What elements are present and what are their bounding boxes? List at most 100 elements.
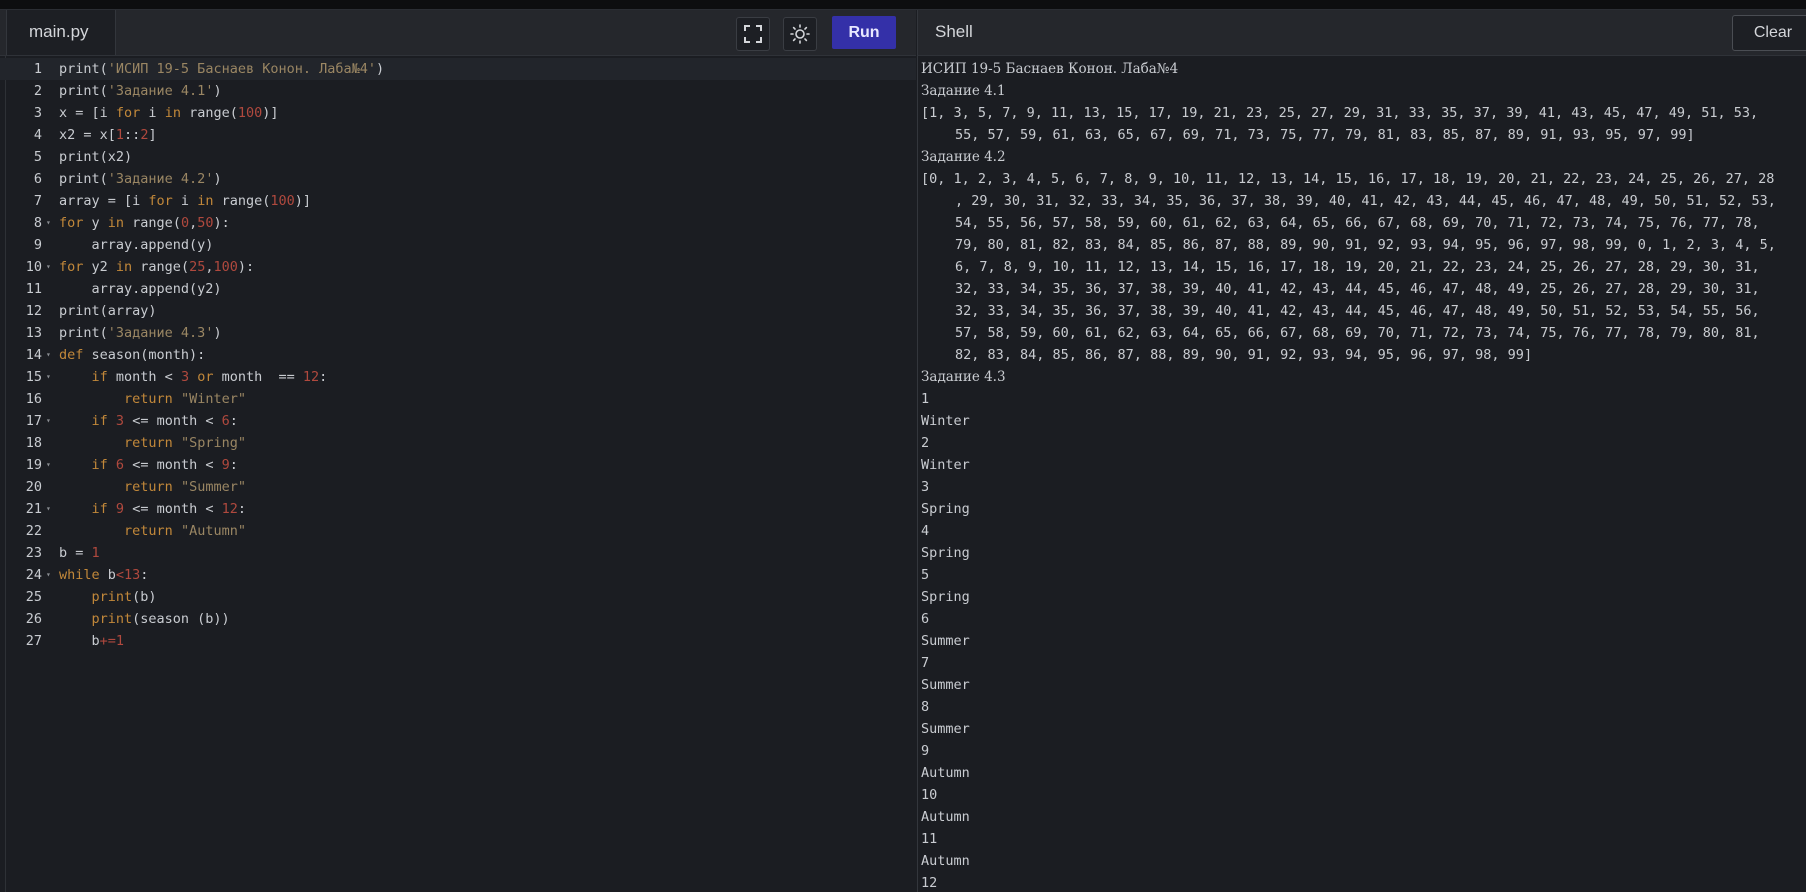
fold-arrow-icon[interactable]: ▾ [46,410,51,432]
shell-output-line: ИСИП 19-5 Баснаев Конон. Лаба№4 [921,61,1179,77]
code-token: return [124,479,173,495]
run-button[interactable]: Run [832,16,896,49]
code-token: )] [262,105,279,121]
code-text: return "Spring" [59,432,246,454]
code-line[interactable]: 27 b+=1 [0,630,916,652]
code-token: ) [213,171,222,187]
code-text: print('ИСИП 19-5 Баснаев Конон. Лаба№4') [59,58,384,80]
code-editor[interactable]: 1 print('ИСИП 19-5 Баснаев Конон. Лаба№4'… [0,56,916,892]
code-line[interactable]: 25 print(b) [0,586,916,608]
code-line[interactable]: 24 ▾ while b<13: [0,564,916,586]
code-line[interactable]: 3 x = [i for i in range(100)] [0,102,916,124]
fold-arrow-icon[interactable]: ▾ [46,256,51,278]
code-text: for y2 in range(25,100): [59,256,254,278]
code-token: <= month < [124,457,222,473]
line-number: 5 [33,149,42,165]
code-token: range( [213,193,271,209]
code-token: 6 [115,457,125,473]
code-token: 100 [270,193,295,209]
code-token: 'ИСИП 19-5 Баснаев Конон. Лаба№4' [107,61,376,77]
fold-arrow-icon[interactable]: ▾ [46,366,51,388]
code-token: , [189,215,198,231]
fold-arrow-icon[interactable]: ▾ [46,454,51,476]
code-token: 12 [302,369,320,385]
code-line[interactable]: 6 print('Задание 4.2') [0,168,916,190]
code-text: array = [i for i in range(100)] [59,190,311,212]
code-token: if [91,457,108,473]
code-text: def season(month): [59,344,205,366]
code-line[interactable]: 5 print(x2) [0,146,916,168]
code-line[interactable]: 17 ▾ if 3 <= month < 6: [0,410,916,432]
fold-arrow-icon[interactable]: ▾ [46,564,51,586]
clear-button[interactable]: Clear [1732,15,1806,51]
code-line[interactable]: 4 x2 = x[1::2] [0,124,916,146]
code-text: return "Summer" [59,476,246,498]
code-text: print(season (b)) [59,608,230,630]
line-number: 4 [33,127,42,143]
code-token: month < [107,369,181,385]
code-line[interactable]: 2 print('Задание 4.1') [0,80,916,102]
code-token: : [229,457,238,473]
shell-output-line: Winter [921,413,970,429]
tab-main-py[interactable]: main.py [6,10,116,55]
shell-output-line: Spring [921,501,970,517]
code-token: range( [124,215,181,231]
code-token: array.append(y) [59,237,214,253]
code-text: x2 = x[1::2] [59,124,157,146]
code-line[interactable]: 23 b = 1 [0,542,916,564]
code-line[interactable]: 9 array.append(y) [0,234,916,256]
code-line[interactable]: 21 ▾ if 9 <= month < 12: [0,498,916,520]
fold-arrow-icon[interactable]: ▾ [46,498,51,520]
code-token: if [91,369,108,385]
code-line[interactable]: 26 print(season (b)) [0,608,916,630]
code-line[interactable]: 15 ▾ if month < 3 or month == 12: [0,366,916,388]
code-token: while [59,567,100,583]
code-token: in [164,105,181,121]
code-line[interactable]: 1 print('ИСИП 19-5 Баснаев Конон. Лаба№4'… [0,58,916,80]
code-token: month == [213,369,303,385]
line-number: 27 [25,633,42,649]
code-token: "Winter" [180,391,246,407]
shell-output-line: Задание 4.3 [921,369,1006,385]
code-line[interactable]: 16 return "Winter" [0,388,916,410]
code-token: : [140,567,149,583]
line-number: 23 [25,545,42,561]
shell-output[interactable]: ИСИП 19-5 Баснаев Конон. Лаба№4 Задание 4… [917,56,1806,892]
line-number: 15 [25,369,42,385]
code-token: 50 [197,215,214,231]
code-line[interactable]: 19 ▾ if 6 <= month < 9: [0,454,916,476]
code-token: 'Задание 4.2' [107,171,214,187]
theme-toggle-button[interactable] [783,17,817,51]
shell-output-line: 5 [921,567,930,583]
code-line[interactable]: 13 print('Задание 4.3') [0,322,916,344]
code-line[interactable]: 7 array = [i for i in range(100)] [0,190,916,212]
code-text: b+=1 [59,630,125,652]
line-number: 10 [25,259,42,275]
fullscreen-button[interactable] [736,17,770,51]
fold-arrow-icon[interactable]: ▾ [46,344,51,366]
code-token: in [197,193,214,209]
shell-output-line: Задание 4.1 [921,83,1006,99]
line-number: 13 [25,325,42,341]
shell-output-line: 57, 58, 59, 60, 61, 62, 63, 64, 65, 66, … [955,325,1760,341]
fold-arrow-icon[interactable]: ▾ [46,212,51,234]
code-text: x = [i for i in range(100)] [59,102,279,124]
code-line[interactable]: 20 return "Summer" [0,476,916,498]
code-line[interactable]: 18 return "Spring" [0,432,916,454]
code-line[interactable]: 10 ▾ for y2 in range(25,100): [0,256,916,278]
code-line[interactable]: 22 return "Autumn" [0,520,916,542]
shell-output-line: Summer [921,677,970,693]
code-line[interactable]: 14 ▾ def season(month): [0,344,916,366]
code-line[interactable]: 11 array.append(y2) [0,278,916,300]
code-line[interactable]: 12 print(array) [0,300,916,322]
code-token: return [124,435,173,451]
code-line[interactable]: 8 ▾ for y in range(0,50): [0,212,916,234]
shell-output-line: 54, 55, 56, 57, 58, 59, 60, 61, 62, 63, … [955,215,1760,231]
